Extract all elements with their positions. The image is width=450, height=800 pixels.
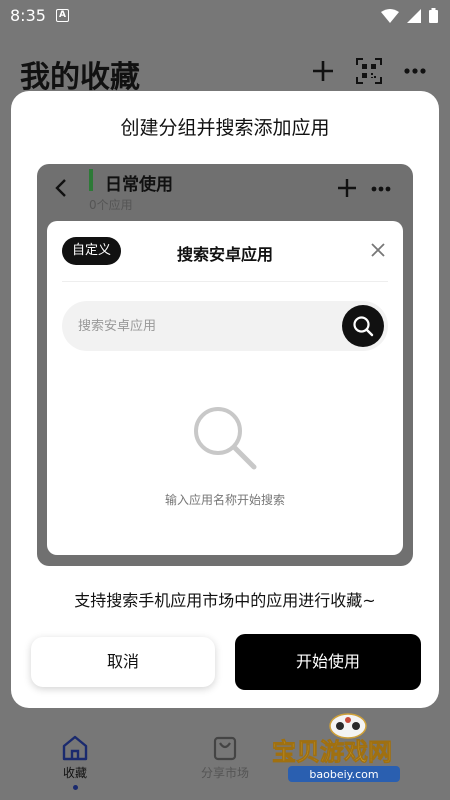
search-input xyxy=(78,301,318,351)
search-box xyxy=(62,301,388,351)
battery-icon xyxy=(429,8,438,23)
active-indicator-dot xyxy=(72,785,78,790)
group-app-count: 0个应用 xyxy=(89,198,133,212)
back-arrow-icon xyxy=(55,179,66,197)
plus-icon xyxy=(338,179,356,197)
start-button[interactable]: 开始使用 xyxy=(235,634,421,690)
more-icon[interactable] xyxy=(404,68,426,74)
dialog-description: 支持搜索手机应用市场中的应用进行收藏~ xyxy=(74,591,376,610)
onboarding-dialog: 创建分组并搜索添加应用 日常使用 0个应用 自定义 搜索安卓应用 输入应用名称开… xyxy=(11,91,439,708)
header-actions xyxy=(312,58,426,84)
home-icon xyxy=(62,735,88,761)
nav-label-share-market: 分享市场 xyxy=(200,766,249,780)
watermark-url: baobeiy.com xyxy=(309,768,378,781)
shopping-bag-icon xyxy=(213,736,237,761)
nav-item-share-market[interactable]: 分享市场 xyxy=(190,734,260,781)
plus-icon[interactable] xyxy=(312,60,334,82)
empty-hint: 输入应用名称开始搜索 xyxy=(164,493,285,507)
more-icon xyxy=(371,186,391,192)
cellular-signal-icon xyxy=(407,8,421,23)
feature-preview: 日常使用 0个应用 自定义 搜索安卓应用 输入应用名称开始搜索 xyxy=(37,164,413,566)
search-button xyxy=(342,305,384,347)
status-icons xyxy=(381,8,438,23)
watermark-title: 宝贝游戏网 xyxy=(272,738,392,766)
dialog-title: 创建分组并搜索添加应用 xyxy=(120,117,330,139)
nav-label-favorites: 收藏 xyxy=(62,766,87,780)
search-card-title: 搜索安卓应用 xyxy=(176,245,273,264)
status-bar: 8:35 A xyxy=(0,0,450,32)
close-icon xyxy=(371,243,385,257)
wifi-icon xyxy=(381,8,399,23)
page-title: 我的收藏 xyxy=(20,60,140,95)
search-empty-icon xyxy=(194,407,257,470)
group-name: 日常使用 xyxy=(105,175,173,195)
search-icon xyxy=(353,316,374,337)
watermark-logo: 宝贝游戏网 baobeiy.com xyxy=(272,713,400,782)
status-time: 8:35 xyxy=(10,6,46,25)
group-accent-bar xyxy=(89,169,93,191)
nav-item-favorites[interactable]: 收藏 xyxy=(40,734,110,790)
divider xyxy=(62,281,388,282)
notification-a-icon: A xyxy=(56,9,69,22)
cancel-button[interactable]: 取消 xyxy=(31,637,215,687)
search-app-card: 自定义 搜索安卓应用 输入应用名称开始搜索 xyxy=(47,221,403,555)
qr-scan-icon[interactable] xyxy=(356,58,382,84)
